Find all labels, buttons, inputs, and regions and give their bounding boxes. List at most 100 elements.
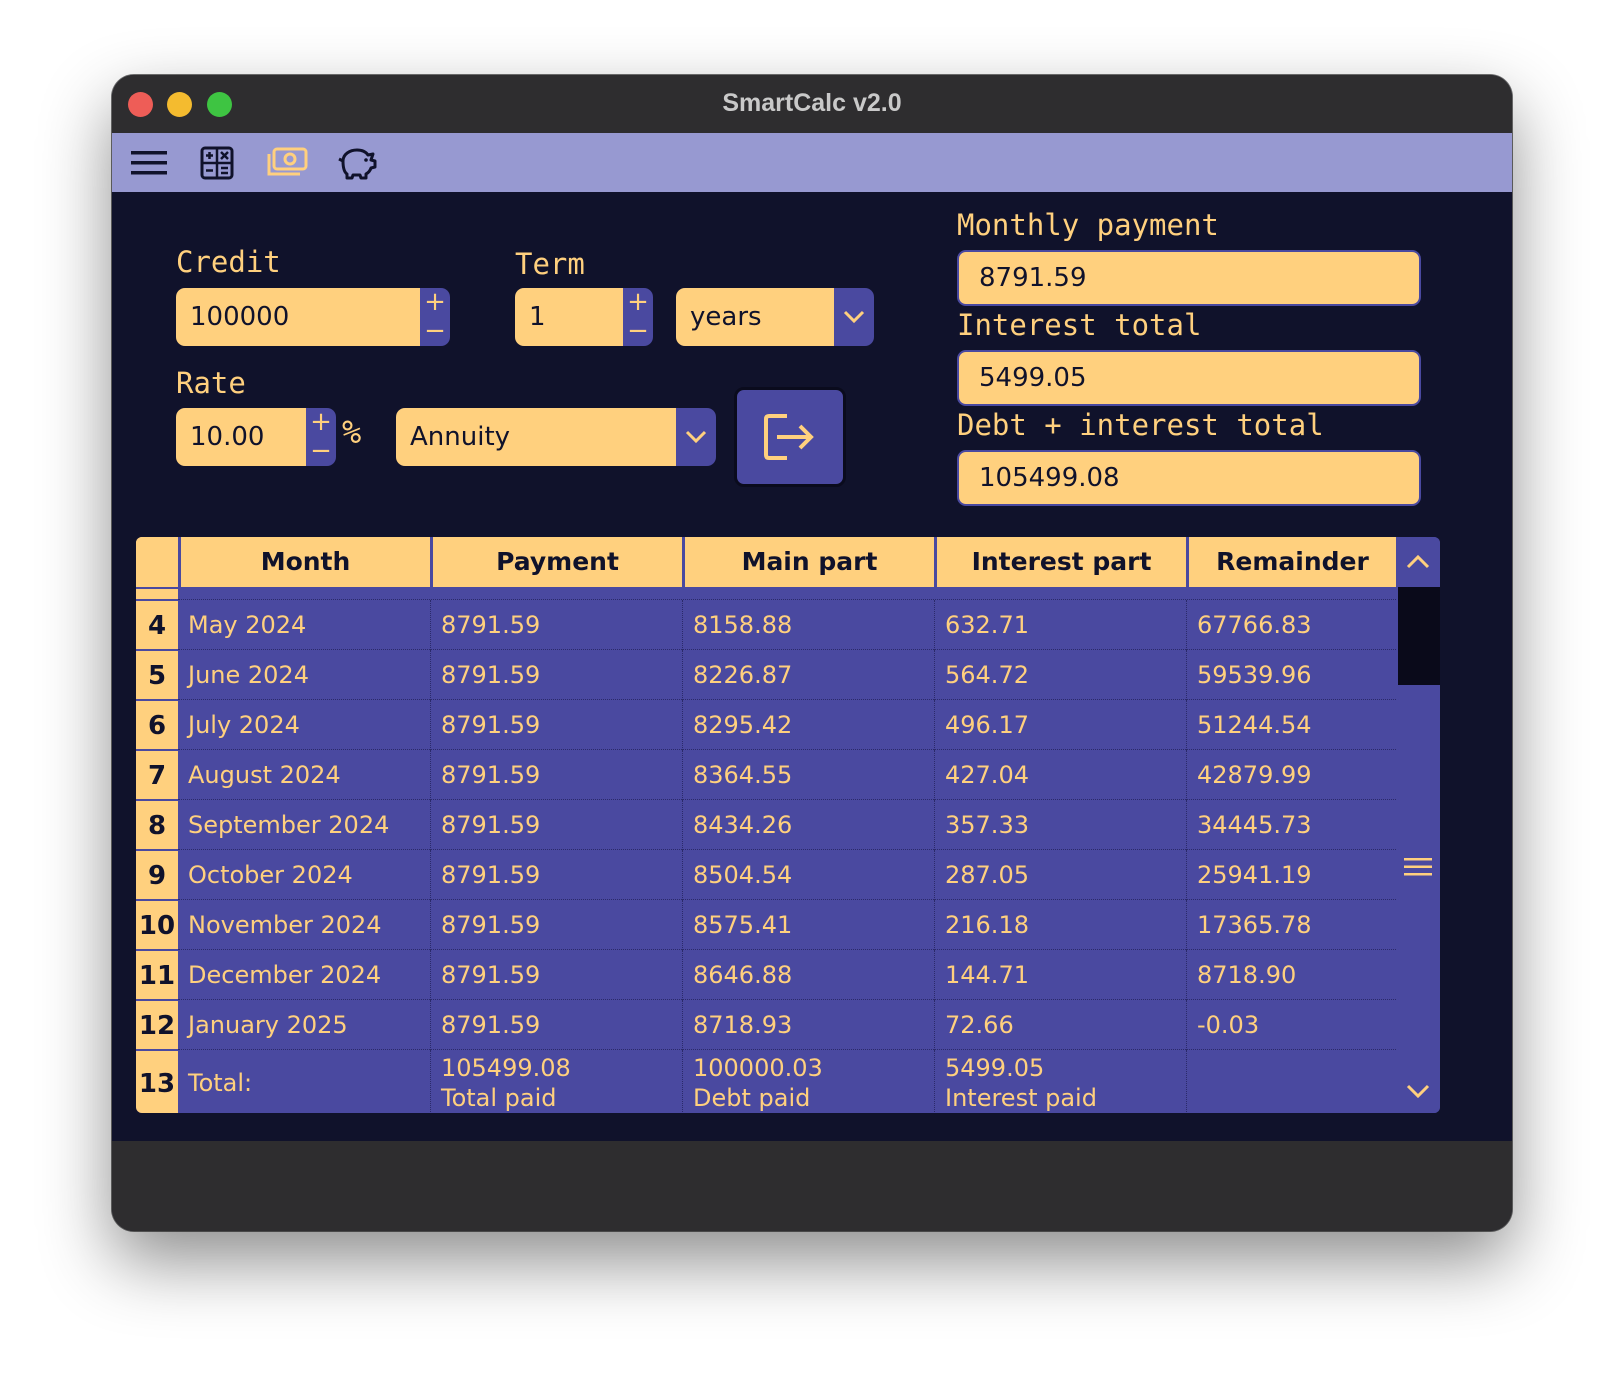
cell-payment[interactable]: 8791.59 <box>430 900 682 950</box>
cell-interest-part[interactable]: 216.18 <box>934 900 1186 950</box>
cell-main-part[interactable]: 8718.93 <box>682 1000 934 1050</box>
cell-payment[interactable]: 8791.59 <box>430 700 682 750</box>
term-input[interactable]: 1 <box>515 288 623 346</box>
table-row[interactable]: August 2024 8791.59 8364.55 427.04 42879.99 <box>178 749 1396 800</box>
table-row[interactable]: May 2024 8791.59 8158.88 632.71 67766.83 <box>178 599 1396 650</box>
total-row[interactable]: Total: 105499.08 Total paid 100000.03 Debt p… <box>178 1049 1396 1113</box>
scroll-up-icon[interactable] <box>1396 537 1440 587</box>
calculate-button[interactable] <box>734 387 846 487</box>
cell-remainder[interactable]: 34445.73 <box>1186 800 1396 850</box>
cell-interest-part[interactable]: 144.71 <box>934 950 1186 1000</box>
chevron-down-icon[interactable] <box>834 288 874 346</box>
row-number[interactable]: 7 <box>136 749 178 799</box>
cell-month[interactable]: July 2024 <box>178 700 430 750</box>
cell-main-part[interactable]: 8158.88 <box>682 600 934 650</box>
cell-remainder[interactable]: 25941.19 <box>1186 850 1396 900</box>
cell-main-part[interactable]: 8295.42 <box>682 700 934 750</box>
grip-icon[interactable] <box>1404 857 1432 881</box>
column-header-month[interactable]: Month <box>178 537 430 587</box>
cell-payment[interactable]: 8791.59 <box>430 600 682 650</box>
row-number[interactable]: 4 <box>136 599 178 649</box>
cell-interest-part[interactable]: 496.17 <box>934 700 1186 750</box>
cell-payment[interactable]: 8791.59 <box>430 1000 682 1050</box>
table-row[interactable]: September 2024 8791.59 8434.26 357.33 34445.… <box>178 799 1396 850</box>
cell-interest-part[interactable]: 632.71 <box>934 600 1186 650</box>
table-row[interactable]: January 2025 8791.59 8718.93 72.66 -0.03 <box>178 999 1396 1050</box>
cell-remainder[interactable]: 51244.54 <box>1186 700 1396 750</box>
cell-remainder[interactable]: 42879.99 <box>1186 750 1396 800</box>
cell-month[interactable]: May 2024 <box>178 600 430 650</box>
term-stepper[interactable]: + − <box>623 288 653 346</box>
chevron-down-icon[interactable] <box>676 408 716 466</box>
table-row[interactable]: October 2024 8791.59 8504.54 287.05 25941.19 <box>178 849 1396 900</box>
column-header-payment[interactable]: Payment <box>430 537 682 587</box>
cell-payment[interactable]: 8791.59 <box>430 950 682 1000</box>
increment-icon[interactable]: + <box>306 408 336 437</box>
monthly-payment-output[interactable]: 8791.59 <box>957 250 1421 306</box>
cell-interest-part[interactable]: 357.33 <box>934 800 1186 850</box>
cell-month[interactable]: November 2024 <box>178 900 430 950</box>
payment-type-select[interactable]: Annuity <box>396 408 676 466</box>
cell-month[interactable]: October 2024 <box>178 850 430 900</box>
cell-main-part[interactable]: 8575.41 <box>682 900 934 950</box>
row-number[interactable]: 6 <box>136 699 178 749</box>
cell-interest-part[interactable]: 427.04 <box>934 750 1186 800</box>
table-row[interactable]: November 2024 8791.59 8575.41 216.18 17365.7… <box>178 899 1396 950</box>
payment-schedule-table[interactable]: Month Payment Main part Interest part Re… <box>136 537 1440 1113</box>
table-row[interactable]: July 2024 8791.59 8295.42 496.17 51244.54 <box>178 699 1396 750</box>
total-cell-remainder[interactable] <box>1186 1050 1396 1113</box>
money-icon[interactable] <box>266 143 308 183</box>
row-number[interactable]: 9 <box>136 849 178 899</box>
term-unit-select[interactable]: years <box>676 288 834 346</box>
interest-total-output[interactable]: 5499.05 <box>957 350 1421 406</box>
cell-interest-part[interactable]: 72.66 <box>934 1000 1186 1050</box>
credit-input[interactable]: 100000 <box>176 288 420 346</box>
decrement-icon[interactable]: − <box>306 437 336 466</box>
scrollbar-thumb[interactable] <box>1398 587 1440 685</box>
cell-main-part[interactable]: 8364.55 <box>682 750 934 800</box>
cell-month[interactable]: December 2024 <box>178 950 430 1000</box>
total-cell-main-part[interactable]: 100000.03 Debt paid <box>682 1050 934 1113</box>
cell-interest-part[interactable]: 564.72 <box>934 650 1186 700</box>
decrement-icon[interactable]: − <box>420 317 450 346</box>
row-number[interactable]: 11 <box>136 949 178 999</box>
table-row[interactable]: December 2024 8791.59 8646.88 144.71 8718.90 <box>178 949 1396 1000</box>
row-number[interactable]: 12 <box>136 999 178 1049</box>
row-number[interactable]: 13 <box>136 1049 178 1113</box>
increment-icon[interactable]: + <box>623 288 653 317</box>
menu-icon[interactable] <box>128 143 170 183</box>
total-cell-payment[interactable]: 105499.08 Total paid <box>430 1050 682 1113</box>
cell-month[interactable]: January 2025 <box>178 1000 430 1050</box>
vertical-scrollbar[interactable] <box>1396 537 1440 1113</box>
row-number[interactable]: 8 <box>136 799 178 849</box>
total-cell-month[interactable]: Total: <box>178 1050 430 1113</box>
column-header-interest-part[interactable]: Interest part <box>934 537 1186 587</box>
cell-remainder[interactable]: 17365.78 <box>1186 900 1396 950</box>
cell-main-part[interactable]: 8646.88 <box>682 950 934 1000</box>
rate-stepper[interactable]: + − <box>306 408 336 466</box>
cell-month[interactable]: August 2024 <box>178 750 430 800</box>
calculator-icon[interactable] <box>196 143 238 183</box>
cell-main-part[interactable]: 8226.87 <box>682 650 934 700</box>
cell-month[interactable]: September 2024 <box>178 800 430 850</box>
debt-interest-total-output[interactable]: 105499.08 <box>957 450 1421 506</box>
piggy-bank-icon[interactable] <box>336 143 378 183</box>
cell-remainder[interactable]: 59539.96 <box>1186 650 1396 700</box>
total-cell-interest-part[interactable]: 5499.05 Interest paid <box>934 1050 1186 1113</box>
rate-input[interactable]: 10.00 <box>176 408 306 466</box>
column-header-remainder[interactable]: Remainder <box>1186 537 1396 587</box>
credit-stepper[interactable]: + − <box>420 288 450 346</box>
table-row[interactable]: June 2024 8791.59 8226.87 564.72 59539.96 <box>178 649 1396 700</box>
cell-payment[interactable]: 8791.59 <box>430 750 682 800</box>
cell-main-part[interactable]: 8504.54 <box>682 850 934 900</box>
cell-payment[interactable]: 8791.59 <box>430 800 682 850</box>
cell-remainder[interactable]: -0.03 <box>1186 1000 1396 1050</box>
row-number[interactable]: 10 <box>136 899 178 949</box>
cell-main-part[interactable]: 8434.26 <box>682 800 934 850</box>
cell-remainder[interactable]: 67766.83 <box>1186 600 1396 650</box>
decrement-icon[interactable]: − <box>623 317 653 346</box>
cell-payment[interactable]: 8791.59 <box>430 850 682 900</box>
cell-interest-part[interactable]: 287.05 <box>934 850 1186 900</box>
cell-remainder[interactable]: 8718.90 <box>1186 950 1396 1000</box>
row-number[interactable]: 5 <box>136 649 178 699</box>
